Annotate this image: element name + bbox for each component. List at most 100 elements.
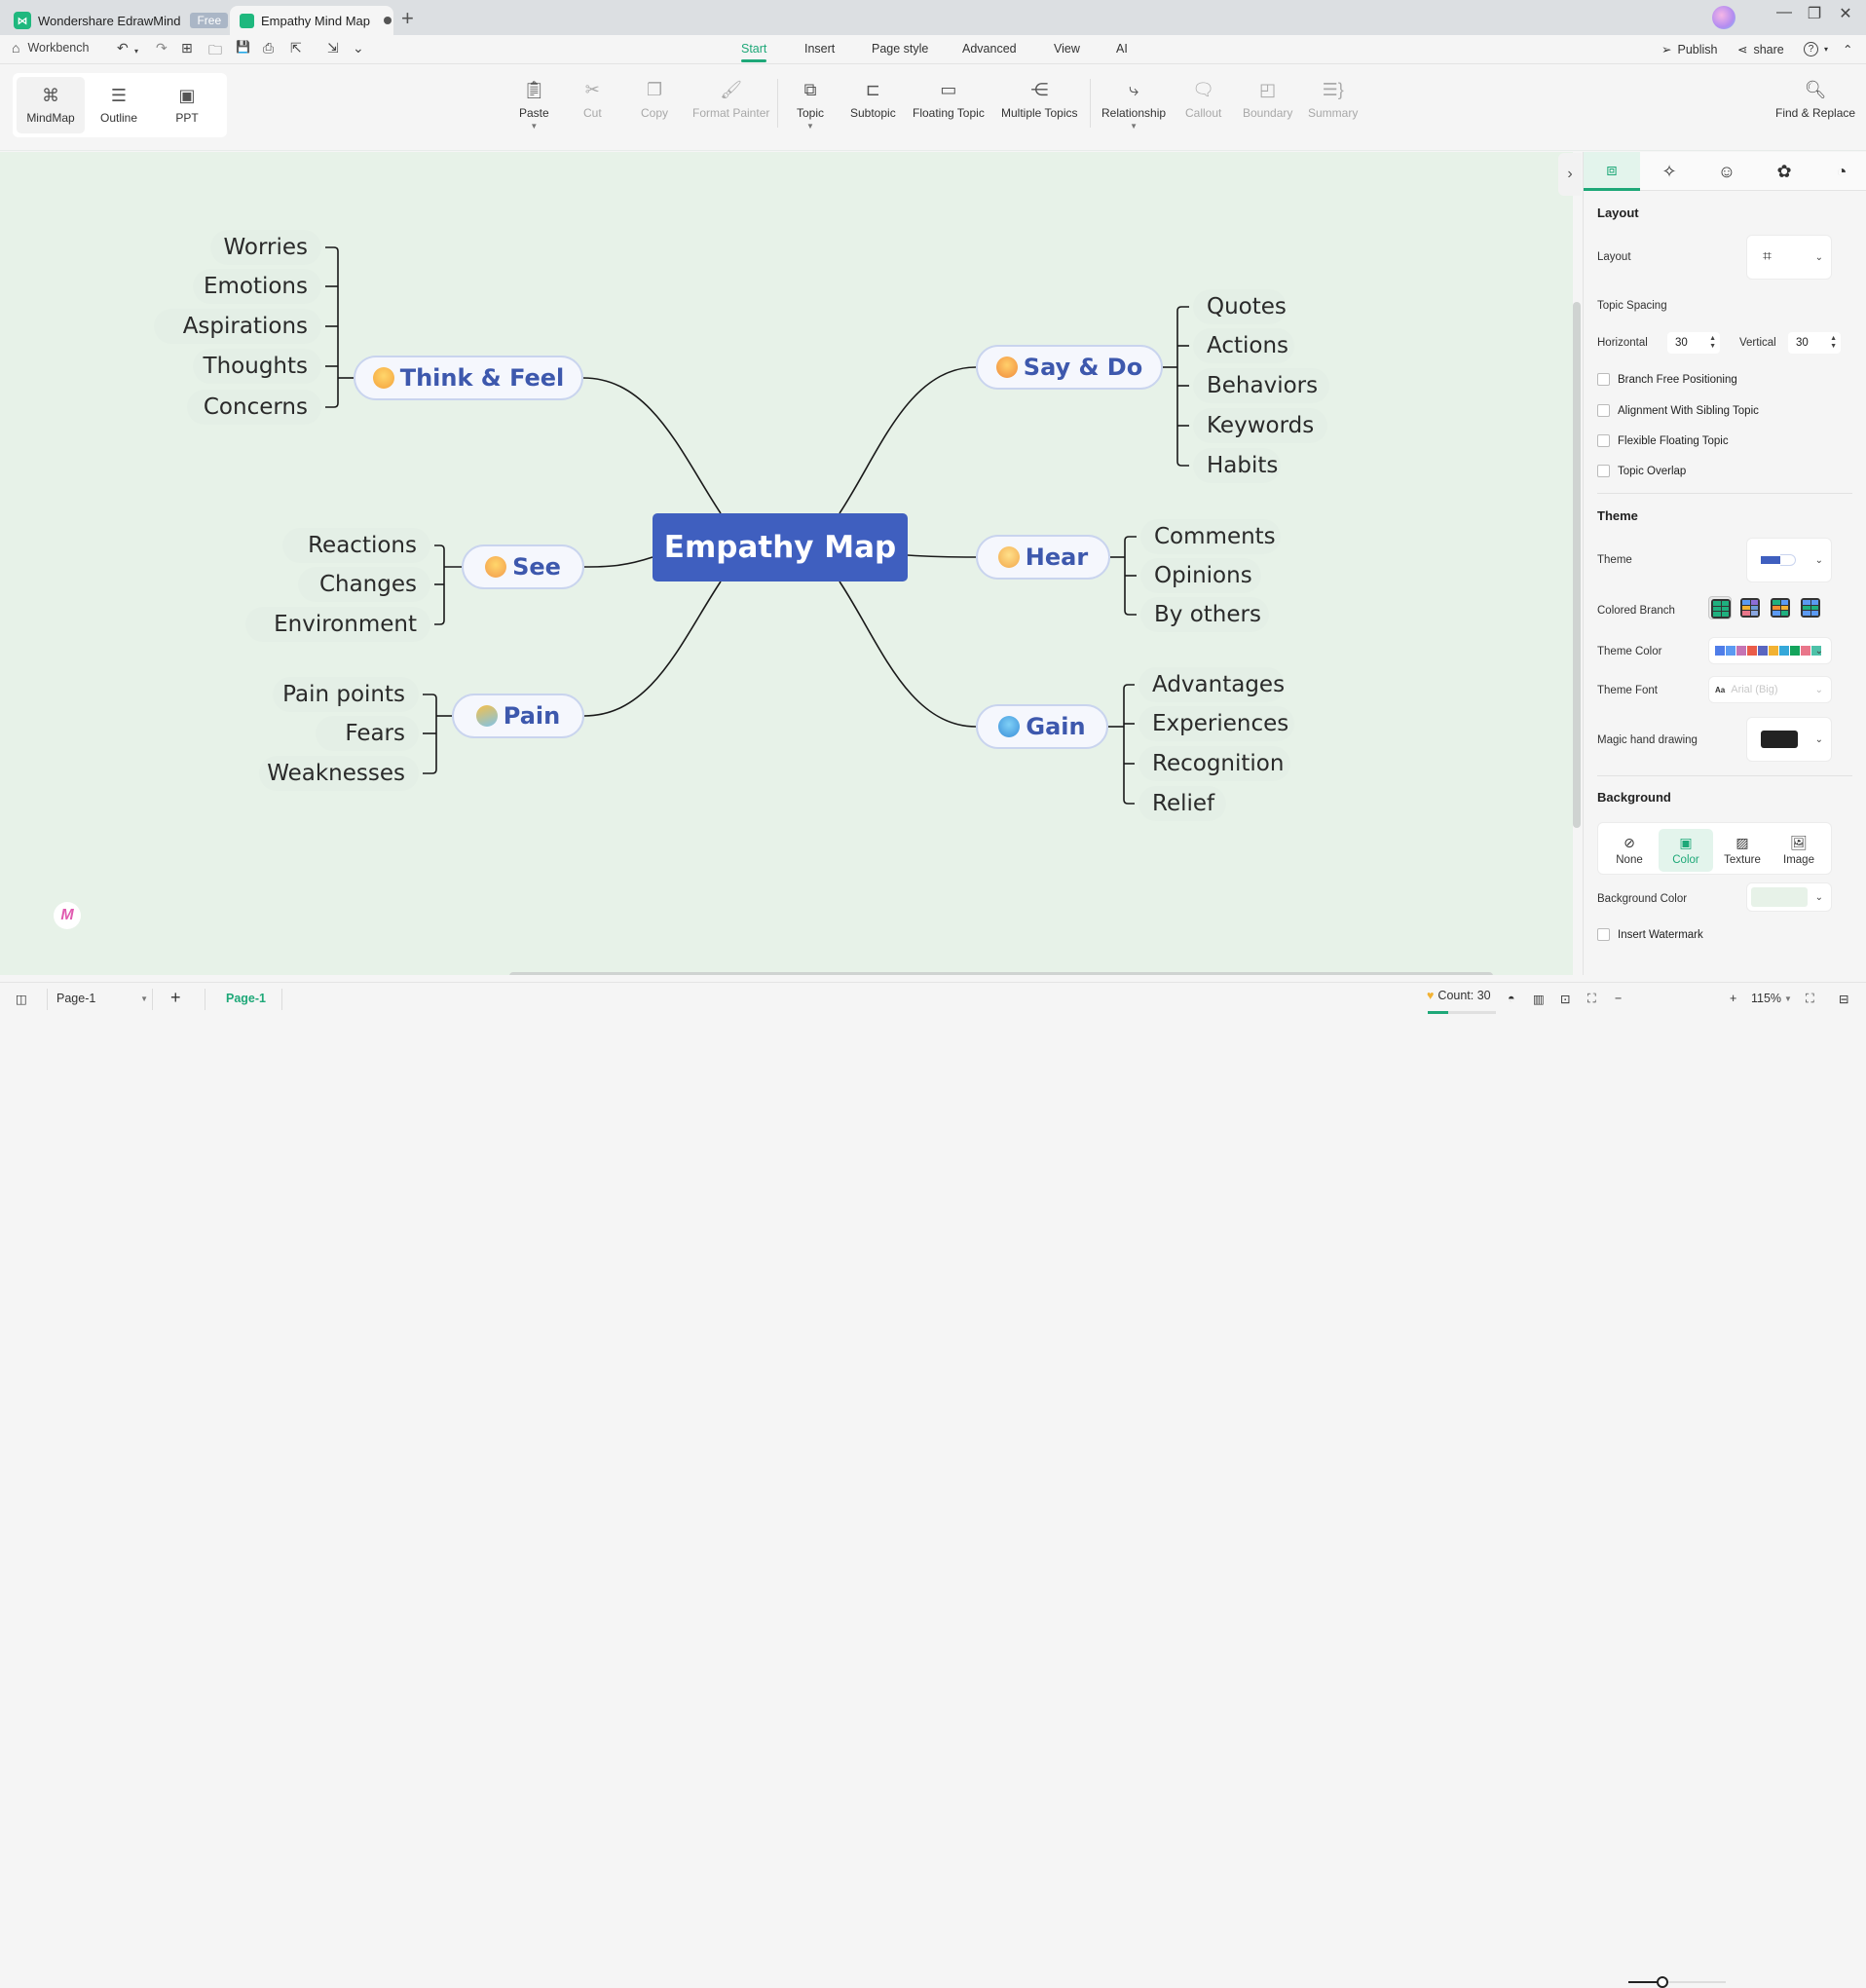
share-button[interactable]: ⋖ share bbox=[1737, 42, 1784, 57]
colored-branch-option[interactable] bbox=[1708, 596, 1732, 619]
main-topic-think[interactable]: Think & Feel bbox=[354, 356, 583, 400]
background-color-dropdown[interactable]: ⌄ bbox=[1746, 882, 1832, 912]
panel-tab-icons[interactable]: ☺ bbox=[1698, 152, 1755, 191]
more-quick-access-button[interactable]: ⌄ bbox=[353, 40, 364, 56]
relationship-button[interactable]: ⤷ Relationship ▼ bbox=[1101, 79, 1166, 131]
theme-dropdown[interactable]: ⌄ bbox=[1746, 538, 1832, 582]
subtopic-changes[interactable]: Changes bbox=[298, 567, 430, 602]
fullscreen-button[interactable]: ⛶ bbox=[1806, 992, 1814, 1006]
subtopic-quotes[interactable]: Quotes bbox=[1193, 289, 1287, 324]
subtopic-reactions[interactable]: Reactions bbox=[282, 528, 430, 563]
subtopic-by-others[interactable]: By others bbox=[1140, 597, 1269, 632]
collapse-ribbon-button[interactable]: ⌃ bbox=[1843, 42, 1852, 56]
panel-tab-layout[interactable]: ⧈ bbox=[1584, 152, 1640, 191]
branch-free-positioning-checkbox[interactable]: Branch Free Positioning bbox=[1597, 373, 1737, 386]
main-topic-say[interactable]: Say & Do bbox=[976, 345, 1163, 390]
tab-ai[interactable]: AI bbox=[1116, 42, 1128, 56]
boundary-button[interactable]: ◰ Boundary bbox=[1243, 79, 1292, 120]
publish-button[interactable]: ➢ Publish bbox=[1661, 42, 1717, 57]
insert-watermark-checkbox[interactable]: Insert Watermark bbox=[1597, 928, 1703, 941]
view-outline-button[interactable]: ☰ Outline bbox=[85, 77, 153, 133]
fit-width-button[interactable]: ⛶ bbox=[1587, 992, 1596, 1006]
main-topic-pain[interactable]: Pain bbox=[452, 694, 584, 738]
central-topic[interactable]: Empathy Map bbox=[653, 513, 908, 581]
floating-topic-button[interactable]: ▭ Floating Topic bbox=[913, 79, 985, 120]
tab-insert[interactable]: Insert bbox=[804, 42, 835, 56]
new-file-button[interactable]: ⊞ bbox=[181, 40, 193, 56]
subtopic-relief[interactable]: Relief bbox=[1138, 786, 1226, 821]
subtopic-opinions[interactable]: Opinions bbox=[1140, 558, 1261, 593]
magic-hand-dropdown[interactable]: ⌄ bbox=[1746, 717, 1832, 762]
user-avatar[interactable] bbox=[1712, 6, 1735, 29]
bg-image-option[interactable]: 🖼︎ Image bbox=[1772, 829, 1826, 872]
zoom-level-dropdown[interactable]: 115% ▼ bbox=[1751, 992, 1792, 1005]
horizontal-scrollbar[interactable] bbox=[509, 972, 1493, 975]
copy-button[interactable]: ❐ Copy bbox=[641, 79, 668, 120]
subtopic-aspirations[interactable]: Aspirations bbox=[154, 309, 321, 344]
topic-button[interactable]: ⧉ Topic ▼ bbox=[797, 79, 824, 131]
zoom-out-button[interactable]: − bbox=[1615, 992, 1622, 1005]
panel-tab-ai[interactable]: ✧ bbox=[1641, 152, 1698, 191]
view-mindmap-button[interactable]: ⌘ MindMap bbox=[17, 77, 85, 133]
fit-window-button[interactable]: ⊟ bbox=[1839, 992, 1848, 1006]
book-mode-button[interactable]: ▥ bbox=[1533, 992, 1545, 1006]
zoom-in-button[interactable]: + bbox=[1730, 992, 1736, 1005]
ai-assistant-icon[interactable]: M bbox=[54, 902, 81, 929]
colored-branch-option[interactable] bbox=[1799, 596, 1822, 619]
horizontal-spacing-input[interactable]: 30 ▲ ▼ bbox=[1667, 332, 1720, 354]
subtopic-habits[interactable]: Habits bbox=[1193, 448, 1281, 483]
undo-dropdown-icon[interactable]: ▾ bbox=[134, 47, 138, 56]
subtopic-experiences[interactable]: Experiences bbox=[1138, 706, 1294, 741]
spinner-icon[interactable]: ▲ ▼ bbox=[1709, 335, 1716, 351]
vertical-spacing-input[interactable]: 30 ▲ ▼ bbox=[1788, 332, 1841, 354]
mouse-mode-button[interactable]: ◓ bbox=[1508, 992, 1515, 1005]
help-button[interactable]: ? ▾ bbox=[1804, 42, 1828, 56]
import-button[interactable]: ⇲ bbox=[327, 40, 339, 56]
zoom-slider[interactable] bbox=[1628, 1976, 1726, 1988]
main-topic-hear[interactable]: Hear bbox=[976, 535, 1110, 580]
open-file-button[interactable]: 🗀 bbox=[208, 40, 222, 63]
save-button[interactable]: 💾 bbox=[236, 40, 250, 54]
paste-button[interactable]: 📋︎ Paste ▼ bbox=[519, 79, 549, 131]
format-painter-button[interactable]: 🖌︎ Format Painter bbox=[692, 79, 769, 120]
close-button[interactable]: ✕ bbox=[1831, 4, 1860, 23]
tab-advanced[interactable]: Advanced bbox=[962, 42, 1017, 56]
export-button[interactable]: ⇱ bbox=[290, 40, 302, 56]
fit-page-button[interactable]: ⊡ bbox=[1560, 992, 1570, 1006]
subtopic-fears[interactable]: Fears bbox=[316, 716, 419, 751]
layout-dropdown[interactable]: ⌗ ⌄ bbox=[1746, 235, 1832, 280]
subtopic-advantages[interactable]: Advantages bbox=[1138, 667, 1285, 702]
subtopic-emotions[interactable]: Emotions bbox=[193, 269, 321, 304]
colored-branch-option[interactable] bbox=[1738, 596, 1762, 619]
add-page-button[interactable]: + bbox=[170, 988, 181, 1008]
tab-view[interactable]: View bbox=[1054, 42, 1080, 56]
undo-button[interactable]: ↶ bbox=[117, 40, 129, 56]
workbench-button[interactable]: ⌂ Workbench bbox=[12, 40, 89, 56]
bg-texture-option[interactable]: ▨ Texture bbox=[1715, 829, 1770, 872]
page-select[interactable]: Page-1 ▼ bbox=[56, 992, 148, 1005]
subtopic-actions[interactable]: Actions bbox=[1193, 328, 1294, 363]
subtopic-recognition[interactable]: Recognition bbox=[1138, 746, 1290, 781]
subtopic-pain-points[interactable]: Pain points bbox=[273, 677, 419, 712]
main-topic-gain[interactable]: Gain bbox=[976, 704, 1108, 749]
multiple-topics-button[interactable]: ⋲ Multiple Topics bbox=[1001, 79, 1077, 120]
panel-tab-history[interactable]: ◔ bbox=[1813, 152, 1866, 191]
subtopic-worries[interactable]: Worries bbox=[210, 230, 321, 265]
subtopic-keywords[interactable]: Keywords bbox=[1193, 408, 1327, 443]
bg-color-option[interactable]: ▣ Color bbox=[1659, 829, 1713, 872]
panel-tab-style[interactable]: ✿ bbox=[1756, 152, 1812, 191]
flexible-floating-checkbox[interactable]: Flexible Floating Topic bbox=[1597, 434, 1729, 447]
zoom-slider-handle[interactable] bbox=[1657, 1976, 1668, 1988]
subtopic-weaknesses[interactable]: Weaknesses bbox=[259, 756, 419, 791]
subtopic-concerns[interactable]: Concerns bbox=[187, 390, 321, 425]
view-ppt-button[interactable]: ▣ PPT bbox=[153, 77, 221, 133]
subtopic-behaviors[interactable]: Behaviors bbox=[1193, 368, 1329, 403]
colored-branch-option[interactable] bbox=[1769, 596, 1792, 619]
theme-color-dropdown[interactable]: ⌄ bbox=[1708, 637, 1832, 664]
find-replace-button[interactable]: 🔍︎ Find & Replace bbox=[1775, 79, 1855, 120]
restore-button[interactable]: ❐ bbox=[1800, 4, 1829, 23]
alignment-sibling-checkbox[interactable]: Alignment With Sibling Topic bbox=[1597, 404, 1759, 417]
document-tab[interactable]: Empathy Mind Map bbox=[230, 6, 393, 35]
mindmap-canvas[interactable]: Empathy Map Think & Feel Worries Emotions As… bbox=[0, 152, 1573, 975]
panel-collapse-toggle[interactable]: › bbox=[1558, 153, 1582, 196]
